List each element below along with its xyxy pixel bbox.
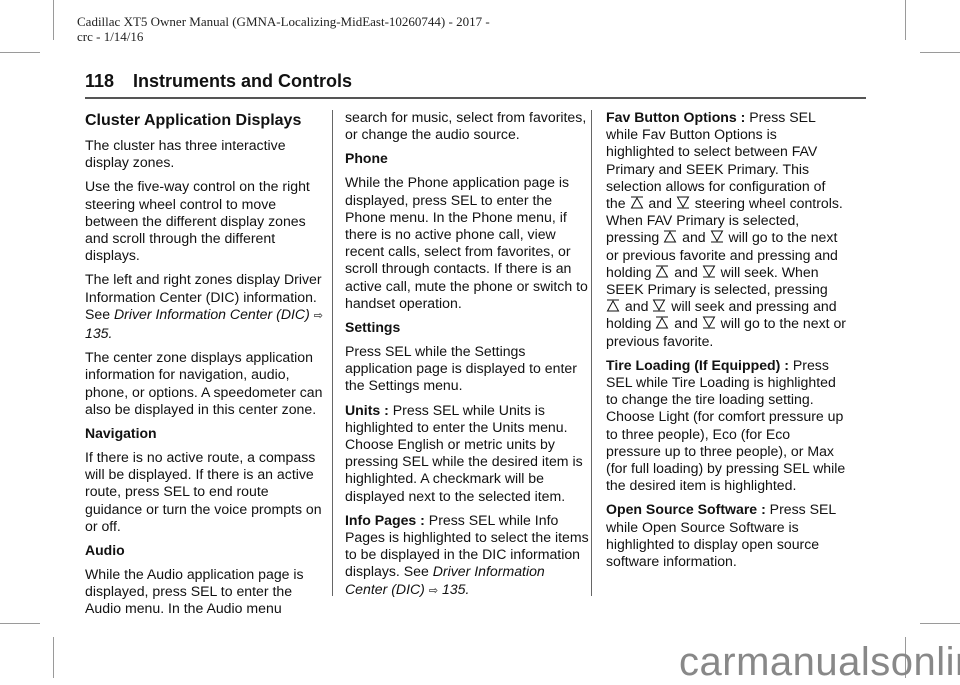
paragraph: The cluster has three interactive displa… [85,137,286,171]
seek-up-icon [606,299,620,312]
paragraph: The left and right zones display Driver … [85,271,325,342]
paragraph: Tire Loading (If Equipped) : Press SEL w… [606,357,846,495]
page-ref-arrow-icon: ⇨ [313,309,323,322]
text: Press SEL while Tire Loading is highligh… [606,356,846,494]
paragraph: Open Source Software : Press SEL while O… [606,501,846,570]
meta-line-1: Cadillac XT5 Owner Manual (GMNA-Localizi… [77,14,490,29]
column-1: Cluster Application Displays The cluster… [85,109,325,625]
text: and [670,263,702,280]
paragraph: The center zone displays application inf… [85,349,323,417]
paragraph: Info Pages : Press SEL while Info Pages … [345,512,590,600]
seek-down-icon [653,299,666,312]
crop-mark [0,623,40,624]
paragraph: If there is no active route, a compass w… [85,449,322,534]
page-ref-number[interactable]: 135 [442,581,466,597]
term-label: Fav Button Options : [606,109,746,125]
cross-reference-link[interactable]: Driver Information Center (DIC) [114,306,310,322]
page-ref-arrow-icon: ⇨ [428,584,439,597]
paragraph: Use the five-way control on the right st… [85,178,310,264]
seek-down-icon [676,196,690,209]
running-header: 118 Instruments and Controls [85,71,352,92]
section-heading: Cluster Application Displays [85,112,302,129]
text: . [465,580,470,597]
page-number: 118 [85,71,115,91]
seek-down-icon [710,230,723,243]
paragraph: Units : Press SEL while Units is highlig… [345,402,590,505]
column-divider [332,110,333,596]
term-label: Tire Loading (If Equipped) : [606,356,789,373]
subheading-navigation: Navigation [85,425,157,442]
crop-mark [0,52,40,53]
seek-up-icon [656,316,669,329]
document-meta: Cadillac XT5 Owner Manual (GMNA-Localizi… [77,14,490,44]
text: and [644,195,676,212]
crop-mark [920,52,960,53]
term-label: Units : [345,401,389,418]
seek-down-icon [702,265,716,278]
term-label: Open Source Software : [606,501,766,518]
subheading-settings: Settings [345,319,401,336]
paragraph: Press SEL while the Settings application… [345,343,577,394]
header-rule [85,97,866,99]
subheading-audio: Audio [85,542,125,559]
text: and [621,298,653,315]
paragraph: search for music, select from favorites,… [345,109,587,143]
seek-up-icon [663,230,677,243]
crop-mark [53,0,54,40]
section-title: Instruments and Controls [133,71,353,91]
paragraph: While the Audio application page is disp… [85,566,304,617]
watermark: carmanualsonline.info [679,640,960,684]
term-label: Info Pages : [345,511,425,528]
column-divider [591,110,592,596]
crop-mark [905,0,906,40]
page-ref-number[interactable]: 135 [85,325,109,341]
seek-down-icon [702,316,716,329]
meta-line-2: crc - 1/14/16 [77,29,144,44]
text: . [108,325,113,342]
text: and [674,315,702,332]
seek-up-icon [656,265,669,278]
seek-up-icon [630,196,643,209]
column-2: search for music, select from favorites,… [345,109,590,607]
paragraph: While the Phone application page is disp… [345,174,588,311]
crop-mark [920,623,960,624]
subheading-phone: Phone [345,150,388,167]
crop-mark [53,637,54,678]
paragraph: Fav Button Options : Press SEL while Fav… [606,109,846,350]
text: and [678,229,710,246]
column-3: Fav Button Options : Press SEL while Fav… [606,109,846,577]
